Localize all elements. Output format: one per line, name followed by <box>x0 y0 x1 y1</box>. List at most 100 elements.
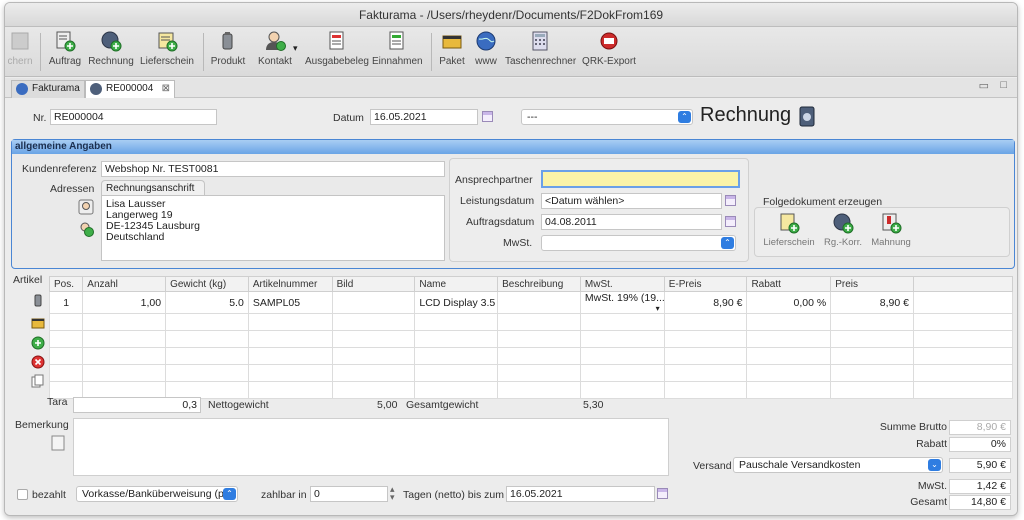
cell-name[interactable]: LCD Display 3.5 <box>414 291 499 314</box>
nettogewicht-value: 5,00 <box>377 399 398 411</box>
address-box[interactable]: Lisa Lausser Langerweg 19 DE-12345 Lausb… <box>101 195 445 261</box>
create-delivery-note-button[interactable]: Lieferschein <box>762 212 816 248</box>
tab-rechnungsanschrift[interactable]: Rechnungsanschrift <box>101 180 205 196</box>
contact-dropdown-icon[interactable]: ▾ <box>293 43 298 54</box>
nr-field[interactable]: RE000004 <box>50 109 217 125</box>
column-header[interactable]: Beschreibung <box>497 276 581 292</box>
cell-beschreibung[interactable] <box>497 291 581 314</box>
column-header[interactable]: Gewicht (kg) <box>165 276 249 292</box>
column-header[interactable]: MwSt. <box>579 276 665 292</box>
parcel-icon <box>441 30 463 52</box>
column-header[interactable]: Pos. <box>48 276 84 292</box>
rabatt-label: Rabatt <box>916 438 947 450</box>
datum-field[interactable]: 16.05.2021 <box>370 109 478 125</box>
column-header[interactable]: Artikelnummer <box>247 276 333 292</box>
new-invoice-button[interactable]: Rechnung <box>88 30 134 67</box>
cell-rabatt[interactable]: 0,00 % <box>746 291 832 314</box>
table-row[interactable]: 1 1,00 5.0 SAMPL05 LCD Display 3.5 MwSt.… <box>48 291 1013 314</box>
save-button[interactable]: chern <box>5 30 37 67</box>
copy-item-icon[interactable] <box>31 374 45 388</box>
column-header[interactable]: Preis <box>830 276 914 292</box>
table-row-empty <box>48 347 1013 365</box>
cell-preis[interactable]: 8,90 € <box>830 291 914 314</box>
ansprechpartner-field[interactable] <box>541 170 740 188</box>
stepper-icon[interactable]: ▴ ▾ <box>390 485 395 502</box>
parcel-button[interactable]: Paket <box>437 30 467 67</box>
column-header[interactable]: Bild <box>331 276 416 292</box>
close-tab-icon[interactable]: ⊠ <box>162 81 170 97</box>
calendar-icon[interactable] <box>482 111 493 122</box>
column-header[interactable]: Anzahl <box>82 276 167 292</box>
calendar-icon[interactable] <box>657 488 668 499</box>
due-date-field[interactable]: 16.05.2021 <box>506 486 655 502</box>
add-contact-icon[interactable] <box>78 221 94 237</box>
ansprechpartner-label: Ansprechpartner <box>455 174 533 186</box>
tab-re000004[interactable]: RE000004 ⊠ <box>85 80 175 98</box>
create-dunning-button[interactable]: Mahnung <box>868 212 914 248</box>
cell-artikelnummer[interactable]: SAMPL05 <box>247 291 333 314</box>
column-header[interactable]: E-Preis <box>663 276 748 292</box>
status-select[interactable]: --- ⌃ <box>521 109 693 125</box>
cell-bild[interactable] <box>331 291 416 314</box>
versand-value[interactable]: 5,90 € <box>949 458 1011 473</box>
leistungsdatum-field[interactable]: <Datum wählen> <box>541 193 722 209</box>
contact-select-icon[interactable] <box>78 199 94 215</box>
expense-icon <box>326 30 348 52</box>
new-expense-button[interactable]: Ausgabebeleg <box>304 30 370 67</box>
column-header[interactable] <box>913 276 1013 292</box>
calendar-icon[interactable] <box>725 216 736 227</box>
cell-pos[interactable]: 1 <box>48 291 84 314</box>
invoice-editor: Nr. RE000004 Datum 16.05.2021 --- ⌃ Rechn… <box>5 98 1017 515</box>
bemerkung-field[interactable] <box>73 418 669 476</box>
new-order-button[interactable]: Auftrag <box>47 30 83 67</box>
calculator-button[interactable]: Taschenrechner <box>505 30 576 67</box>
parcel-icon[interactable] <box>31 316 45 330</box>
qrk-export-button[interactable]: QRK-Export <box>581 30 637 67</box>
cell-extra[interactable] <box>913 291 1013 314</box>
column-header[interactable]: Rabatt <box>746 276 832 292</box>
tab-fakturama[interactable]: Fakturama <box>11 80 85 98</box>
tara-field[interactable]: 0,3 <box>73 397 201 413</box>
add-item-icon[interactable] <box>31 336 45 350</box>
toolbar-separator <box>431 33 432 71</box>
rabatt-field[interactable]: 0% <box>949 437 1011 452</box>
bemerkung-label: Bemerkung <box>15 419 69 431</box>
minimize-icon[interactable]: ▭ <box>979 79 989 92</box>
new-delivery-note-button[interactable]: Lieferschein <box>139 30 195 67</box>
cell-gewicht[interactable]: 5.0 <box>165 291 249 314</box>
text-module-icon[interactable] <box>51 435 65 451</box>
auftragsdatum-label: Auftragsdatum <box>466 216 535 228</box>
cell-anzahl[interactable]: 1,00 <box>82 291 167 314</box>
main-toolbar: chern Auftrag Rechnung Lieferschein Prod… <box>5 27 1017 77</box>
items-table[interactable]: Pos. Anzahl Gewicht (kg) Artikelnummer B… <box>48 276 1013 399</box>
chevron-down-icon: ▾ <box>655 304 660 313</box>
www-button[interactable]: www <box>473 30 499 67</box>
auftragsdatum-field[interactable]: 04.08.2011 <box>541 214 722 230</box>
maximize-icon[interactable]: □ <box>1000 79 1007 91</box>
calendar-icon[interactable] <box>725 195 736 206</box>
mwst-total-value: 1,42 € <box>949 479 1011 494</box>
new-income-button[interactable]: Einnahmen <box>372 30 423 67</box>
new-contact-button[interactable]: Kontakt <box>253 30 297 67</box>
new-product-button[interactable]: Produkt <box>210 30 246 67</box>
versand-select[interactable]: Pauschale Versandkosten ⌄ <box>733 457 943 473</box>
bezahlt-label: bezahlt <box>32 489 66 501</box>
bezahlt-checkbox[interactable] <box>17 489 28 500</box>
create-credit-note-button[interactable]: Rg.-Korr. <box>820 212 866 248</box>
summe-brutto-label: Summe Brutto <box>879 421 947 433</box>
general-info-group: allgemeine Angaben Kundenreferenz Websho… <box>11 139 1015 269</box>
mwst-select[interactable]: ⌃ <box>541 235 736 251</box>
general-info-heading: allgemeine Angaben <box>12 140 1014 154</box>
zahlbar-label: zahlbar in <box>261 489 307 501</box>
chevron-down-icon: ⌄ <box>928 459 941 471</box>
product-list-icon[interactable] <box>31 293 45 307</box>
zahlbar-days-field[interactable]: 0 <box>310 486 388 502</box>
column-header[interactable]: Name <box>414 276 499 292</box>
invoice-icon <box>90 83 102 95</box>
payment-method-select[interactable]: Vorkasse/Banküberweisung (pre ⌃ <box>76 486 238 502</box>
delete-item-icon[interactable] <box>31 355 45 369</box>
cell-e-preis[interactable]: 8,90 € <box>663 291 748 314</box>
cell-mwst[interactable]: MwSt. 19% (19... ▾ <box>579 291 665 314</box>
table-row-empty <box>48 381 1013 399</box>
kundenreferenz-field[interactable]: Webshop Nr. TEST0081 <box>101 161 445 177</box>
